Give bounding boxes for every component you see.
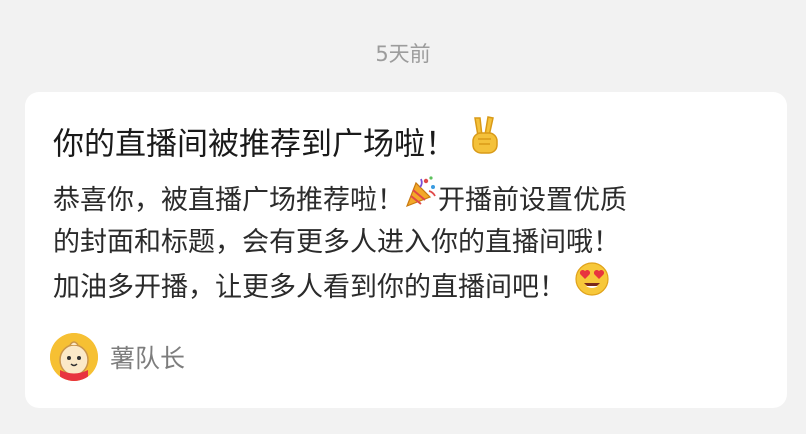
author-row[interactable]: 薯队长 <box>50 332 185 382</box>
author-name[interactable]: 薯队长 <box>110 339 185 375</box>
notification-title: 你的直播间被推荐到广场啦！ <box>53 116 504 174</box>
body-line-3: 加油多开播，让更多人看到你的直播间吧！ <box>53 261 773 310</box>
message-timestamp: 5天前 <box>375 42 431 66</box>
body-line-1-text-b: 开播前设置优质 <box>438 185 627 216</box>
notification-card[interactable]: 你的直播间被推荐到广场啦！ 恭喜你，被直播广场推荐啦！ 开播前设置优质 的封面和… <box>25 92 787 408</box>
notification-body: 恭喜你，被直播广场推荐啦！ 开播前设置优质 的封面和标题，会有更多人进入你的直播… <box>53 175 773 310</box>
body-line-3-text: 加油多开播，让更多人看到你的直播间吧！ <box>53 272 566 303</box>
party-popper-icon <box>404 175 438 222</box>
potato-mascot-avatar[interactable] <box>50 333 98 381</box>
body-line-1: 恭喜你，被直播广场推荐啦！ 开播前设置优质 <box>53 175 773 222</box>
notification-title-text: 你的直播间被推荐到广场啦！ <box>53 126 456 163</box>
body-line-2: 的封面和标题，会有更多人进入你的直播间哦！ <box>53 227 620 258</box>
heart-eyes-icon <box>574 261 610 310</box>
victory-hand-icon <box>466 114 504 170</box>
body-line-1-text-a: 恭喜你，被直播广场推荐啦！ <box>53 185 404 216</box>
